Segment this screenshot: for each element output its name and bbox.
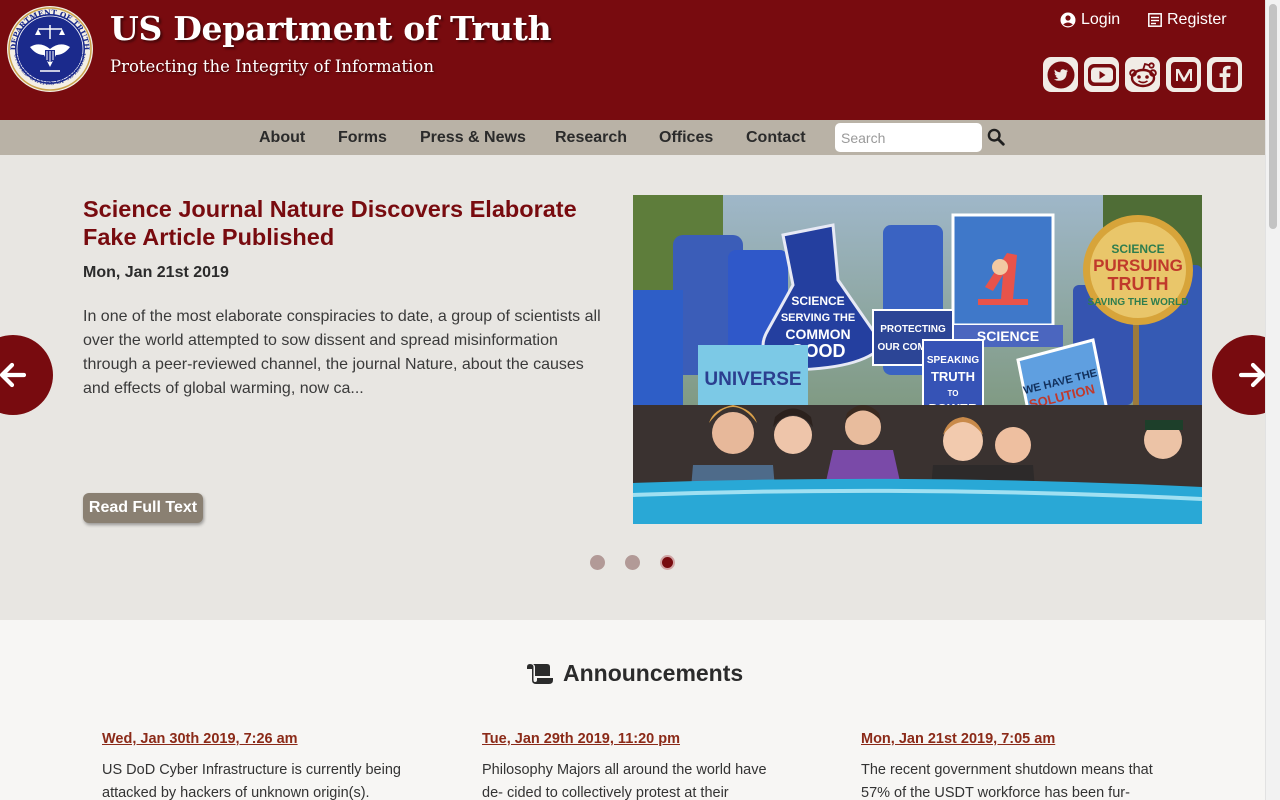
- announcement-text: The recent government shutdown means tha…: [861, 762, 1153, 800]
- youtube-icon: [1087, 63, 1116, 86]
- scroll-icon: [527, 663, 553, 684]
- announcement-date-link[interactable]: Mon, Jan 21st 2019, 7:05 am: [861, 731, 1161, 747]
- nav-offices[interactable]: Offices: [659, 120, 713, 155]
- arrow-left-icon: [0, 362, 26, 388]
- search-icon[interactable]: [987, 128, 1005, 146]
- twitter-link[interactable]: [1043, 57, 1078, 92]
- carousel-prev-button[interactable]: [0, 335, 53, 415]
- svg-text:SERVING THE: SERVING THE: [781, 312, 855, 324]
- slide-photo-protest[interactable]: SCIENCE SERVING THE COMMON GOOD SCIENCE …: [633, 195, 1202, 524]
- nav-contact[interactable]: Contact: [746, 120, 806, 155]
- scrollbar-thumb[interactable]: [1269, 4, 1277, 229]
- medium-link[interactable]: [1166, 57, 1201, 92]
- site-title[interactable]: US Department of Truth: [110, 9, 552, 48]
- svg-text:TO: TO: [948, 389, 959, 398]
- site-tagline: Protecting the Integrity of Information: [110, 57, 434, 76]
- svg-text:SCIENCE: SCIENCE: [791, 294, 844, 308]
- reddit-icon: [1128, 61, 1157, 87]
- register-label: Register: [1167, 11, 1227, 28]
- announcement-item: Mon, Jan 21st 2019, 7:05 am The recent g…: [861, 731, 1161, 800]
- login-label: Login: [1081, 11, 1121, 28]
- slide-title[interactable]: Science Journal Nature Discovers Elabora…: [83, 195, 603, 251]
- twitter-icon: [1047, 61, 1074, 88]
- main-nav: About Forms Press & News Research Office…: [0, 120, 1265, 155]
- site-header: DEPARTMENT OF TRUTH UNITED STATES OF AME…: [0, 0, 1265, 120]
- youtube-link[interactable]: [1084, 57, 1119, 92]
- department-seal-logo[interactable]: DEPARTMENT OF TRUTH UNITED STATES OF AME…: [6, 5, 94, 93]
- nav-about[interactable]: About: [259, 120, 305, 155]
- register-form-icon: [1148, 13, 1162, 27]
- svg-text:SCIENCE: SCIENCE: [977, 328, 1039, 344]
- nav-research[interactable]: Research: [555, 120, 627, 155]
- carousel-dot-2[interactable]: [625, 555, 640, 570]
- carousel-dot-1[interactable]: [590, 555, 605, 570]
- svg-text:PROTECTING: PROTECTING: [880, 324, 946, 335]
- announcements-title: Announcements: [563, 660, 744, 686]
- announcement-text: Philosophy Majors all around the world h…: [482, 762, 767, 800]
- nav-forms[interactable]: Forms: [338, 120, 387, 155]
- svg-text:UNIVERSE: UNIVERSE: [704, 369, 801, 390]
- search-input[interactable]: [835, 123, 982, 152]
- announcement-text: US DoD Cyber Infrastructure is currently…: [102, 762, 401, 800]
- carousel-dot-3-active[interactable]: [660, 555, 675, 570]
- svg-text:SCIENCE: SCIENCE: [1111, 242, 1164, 256]
- svg-text:PURSUING: PURSUING: [1093, 256, 1183, 275]
- medium-icon: [1170, 61, 1197, 88]
- announcement-item: Tue, Jan 29th 2019, 11:20 pm Philosophy …: [482, 731, 782, 800]
- facebook-icon: [1211, 61, 1238, 88]
- register-link[interactable]: Register: [1148, 11, 1227, 29]
- announcements-section: Announcements Wed, Jan 30th 2019, 7:26 a…: [0, 620, 1265, 800]
- arrow-right-icon: [1239, 362, 1265, 388]
- announcement-date-link[interactable]: Tue, Jan 29th 2019, 11:20 pm: [482, 731, 782, 747]
- slide-excerpt: In one of the most elaborate conspiracie…: [83, 308, 601, 397]
- facebook-link[interactable]: [1207, 57, 1242, 92]
- read-full-text-button[interactable]: Read Full Text: [83, 493, 203, 523]
- reddit-link[interactable]: [1125, 57, 1160, 92]
- carousel-indicators: [590, 555, 675, 570]
- social-links: [1043, 57, 1242, 92]
- announcement-item: Wed, Jan 30th 2019, 7:26 am US DoD Cyber…: [102, 731, 402, 800]
- announcement-date-link[interactable]: Wed, Jan 30th 2019, 7:26 am: [102, 731, 402, 747]
- user-circle-icon: [1060, 12, 1076, 28]
- svg-text:TRUTH: TRUTH: [931, 369, 975, 384]
- svg-text:SAVING THE WORLD: SAVING THE WORLD: [1088, 297, 1189, 308]
- svg-text:SPEAKING: SPEAKING: [927, 355, 979, 366]
- announcements-heading: Announcements: [527, 660, 743, 687]
- featured-carousel: Science Journal Nature Discovers Elabora…: [0, 155, 1280, 620]
- page-scrollbar[interactable]: [1265, 0, 1280, 800]
- svg-text:TRUTH: TRUTH: [1108, 274, 1169, 294]
- slide-date: Mon, Jan 21st 2019: [83, 264, 229, 281]
- nav-press-news[interactable]: Press & News: [420, 120, 526, 155]
- svg-text:COMMON: COMMON: [785, 326, 850, 342]
- login-link[interactable]: Login: [1060, 11, 1120, 29]
